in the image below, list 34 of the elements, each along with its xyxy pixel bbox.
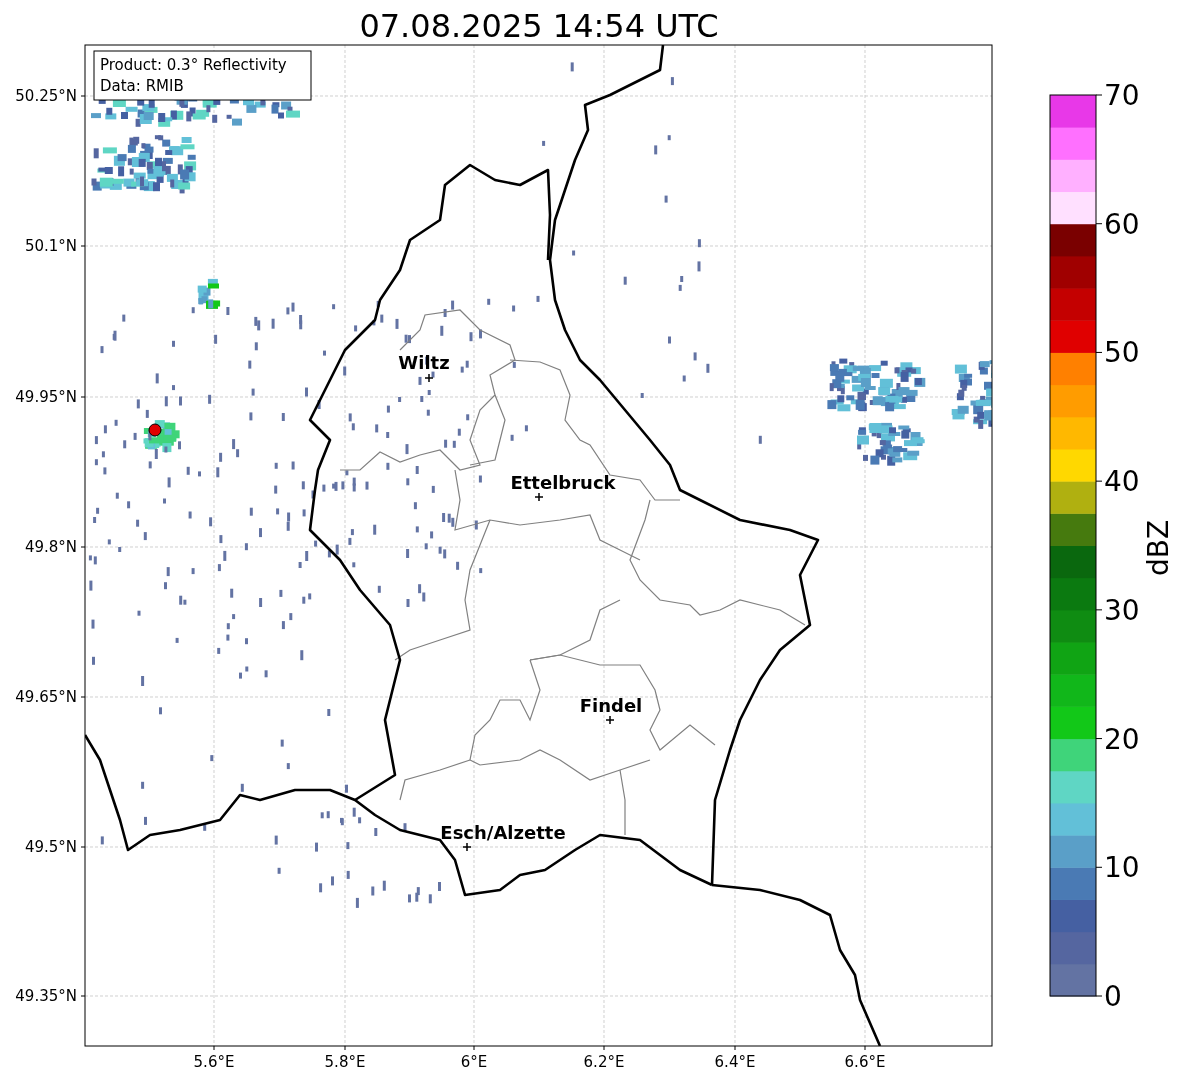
longitude-tick-label: 6.4°E [714,1053,756,1071]
colorbar-tick-label: 40 [1104,465,1140,499]
colorbar-tick-label: 50 [1104,336,1140,370]
longitude-tick-label: 5.6°E [193,1053,235,1071]
colorbar-tick-label: 60 [1104,207,1140,241]
longitude-tick-label: 6.6°E [844,1053,886,1071]
latitude-tick-label: 49.95°N [15,388,77,406]
info-text: Data: RMIB [100,77,184,95]
colorbar-tick-label: 0 [1104,980,1122,1013]
colorbar-tick-label: 20 [1104,722,1140,756]
latitude-tick-label: 49.65°N [15,688,77,706]
city-label: Esch/Alzette [440,822,566,843]
longitude-tick-label: 6°E [460,1053,488,1071]
latitude-tick-label: 49.8°N [24,538,77,556]
city-marker-icon [605,715,615,725]
colorbar-label: dBZ [1142,519,1175,577]
radar-site-icon [148,423,162,437]
latitude-tick-label: 49.35°N [15,987,77,1005]
colorbar-tick-label: 30 [1104,593,1140,627]
city-label: Findel [579,695,643,716]
city-label: Wiltz [398,352,450,373]
latitude-tick-label: 50.1°N [24,237,77,255]
city-marker-icon [424,373,434,383]
city-label: Ettelbruck [510,472,616,493]
chart-title: 07.08.2025 14:54 UTC [359,7,719,45]
city-marker-icon [534,492,544,502]
colorbar-tick-label: 70 [1104,79,1140,112]
city-marker-icon [462,842,472,852]
info-text: Product: 0.3° Reflectivity [100,56,287,74]
longitude-tick-label: 6.2°E [583,1053,625,1071]
latitude-tick-label: 50.25°N [15,87,77,105]
colorbar-tick-label: 10 [1104,851,1140,885]
latitude-tick-label: 49.5°N [24,838,77,856]
longitude-tick-label: 5.8°E [324,1053,366,1071]
